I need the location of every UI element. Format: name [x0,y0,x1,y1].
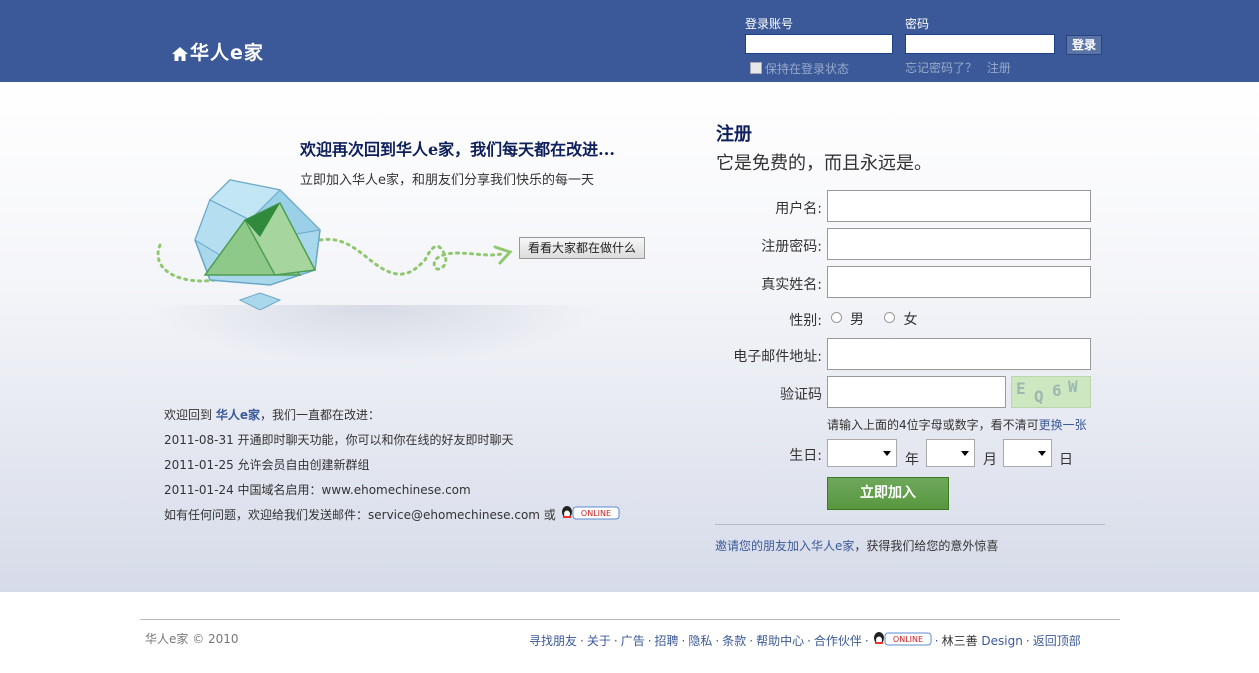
footer-links: 寻找朋友 · 关于 · 广告 · 招聘 · 隐私 · 条款 · 帮助中心 · 合作伙伴 · ONLINE · 林… [529,631,1081,650]
logo-text: 华人e家 [190,42,264,64]
realname-label: 真实姓名: [761,277,822,293]
site-logo[interactable]: 华人e家 [172,38,264,66]
birth-day-select[interactable] [1003,439,1052,467]
online-badge-text: ONLINE [893,635,923,644]
gender-label: 性别: [789,313,822,329]
realname-input[interactable] [827,266,1091,298]
male-label: 男 [850,312,864,328]
news-item: 2011-01-25 允许会员自由创建新群组 [164,458,370,472]
year-unit: 年 [905,452,919,468]
birthday-label: 生日: [789,448,822,464]
footer-link-ads[interactable]: 广告 [621,634,645,648]
captcha-hint-text: 请输入上面的4位字母或数字，看不清可 [827,418,1039,432]
separator-dot: · [715,634,720,648]
remember-label: 保持在登录状态 [765,62,850,76]
home-icon [172,44,188,66]
separator-dot: · [1025,634,1030,648]
male-radio[interactable] [831,312,842,323]
birth-month-select[interactable] [926,439,975,467]
separator-dot: · [807,634,811,648]
footer-link-privacy[interactable]: 隐私 [688,634,712,648]
footer-qq-online-badge[interactable]: ONLINE [872,631,932,650]
captcha-char: 6 [1052,381,1062,400]
password-label: 密码 [905,17,930,31]
shadow-decoration [145,305,605,365]
separator-dot: · [864,634,869,648]
qq-online-badge[interactable]: ONLINE [560,505,620,527]
remember-checkbox[interactable] [750,62,762,74]
gender-options: 男 女 [831,309,917,329]
chevron-down-icon [883,451,891,456]
captcha-image[interactable]: E Q 6 W [1011,376,1091,408]
register-password-label: 注册密码: [761,239,822,255]
email-input[interactable] [827,338,1091,370]
welcome-title: 欢迎再次回到华人e家，我们每天都在改进... [300,140,615,159]
female-label: 女 [903,312,918,328]
separator-dot: · [613,634,618,648]
account-label: 登录账号 [745,17,794,31]
footer-link-about[interactable]: 关于 [587,634,611,648]
login-account-input[interactable] [745,34,893,54]
header-register-link[interactable]: 注册 [987,61,1011,75]
invite-suffix: ，获得我们给您的意外惊喜 [854,539,999,553]
captcha-refresh-link[interactable]: 更换一张 [1039,418,1087,432]
captcha-char: W [1068,377,1078,396]
chevron-down-icon [1038,451,1046,456]
separator-dot: · [934,634,939,648]
captcha-char: E [1016,379,1026,398]
design-link[interactable]: Design [981,634,1022,648]
separator-dot: · [580,634,584,648]
day-unit: 日 [1059,452,1073,468]
back-to-top-link[interactable]: 返回顶部 [1033,634,1081,648]
footer-divider [140,619,1120,620]
top-header-bar: 华人e家 登录账号 密码 登录 保持在登录状态 忘记密码了？ 注册 [0,0,1259,82]
online-badge-text: ONLINE [581,509,611,518]
email-label: 电子邮件地址: [733,349,822,365]
female-radio[interactable] [884,312,896,323]
captcha-label: 验证码 [780,387,822,403]
footer-link-jobs[interactable]: 招聘 [655,634,679,648]
register-title: 注册 [716,124,752,145]
birth-year-select[interactable] [827,439,897,467]
forgot-password-link[interactable]: 忘记密码了？ [905,61,977,75]
invite-friends-link[interactable]: 邀请您的朋友加入华人e家 [715,539,854,553]
chevron-down-icon [961,451,969,456]
news-item: 2011-08-31 开通即时聊天功能，你可以和你在线的好友即时聊天 [164,433,514,447]
month-unit: 月 [983,452,997,468]
header-links: 忘记密码了？ 注册 [905,59,1011,76]
username-input[interactable] [827,190,1091,222]
footer-link-terms[interactable]: 条款 [722,634,746,648]
separator-dot: · [681,634,686,648]
login-button[interactable]: 登录 [1066,35,1102,55]
news-intro-suffix: ，我们一直都在改进： [259,408,380,422]
footer-link-help[interactable]: 帮助中心 [756,634,804,648]
separator-dot: · [749,634,754,648]
designer-name: 林三善 [941,634,978,648]
crystal-mountain-illustration [156,179,513,310]
login-password-input[interactable] [905,34,1055,54]
register-subtitle: 它是免费的，而且永远是。 [716,153,932,174]
copyright: 华人e家 © 2010 [145,632,239,646]
register-divider [715,524,1105,525]
captcha-input[interactable] [827,376,1006,408]
register-password-input[interactable] [827,228,1091,260]
remember-me[interactable]: 保持在登录状态 [750,60,849,77]
invite-line: 邀请您的朋友加入华人e家，获得我们给您的意外惊喜 [715,537,998,554]
news-item: 2011-01-24 中国域名启用：www.ehomechinese.com [164,483,471,497]
news-section: 欢迎回到 华人e家，我们一直都在改进： 2011-08-31 开通即时聊天功能，… [164,405,620,530]
news-intro-prefix: 欢迎回到 [164,408,213,422]
captcha-hint: 请输入上面的4位字母或数字，看不清可更换一张 [827,416,1087,433]
news-intro: 欢迎回到 华人e家，我们一直都在改进： [164,405,620,430]
contact-line: 如有任何问题，欢迎给我们发送邮件：service@ehomechinese.co… [164,505,620,530]
contact-text: 如有任何问题，欢迎给我们发送邮件：service@ehomechinese.co… [164,508,556,522]
welcome-subtitle: 立即加入华人e家，和朋友们分享我们快乐的每一天 [300,173,594,188]
username-label: 用户名: [775,201,822,217]
footer-link-find-friends[interactable]: 寻找朋友 [529,634,577,648]
news-brand: 华人e家 [215,408,260,422]
captcha-char: Q [1034,387,1044,406]
footer-link-partners[interactable]: 合作伙伴 [814,634,862,648]
see-activity-button[interactable]: 看看大家都在做什么 [519,237,645,259]
join-now-button[interactable]: 立即加入 [827,477,949,510]
separator-dot: · [647,634,652,648]
